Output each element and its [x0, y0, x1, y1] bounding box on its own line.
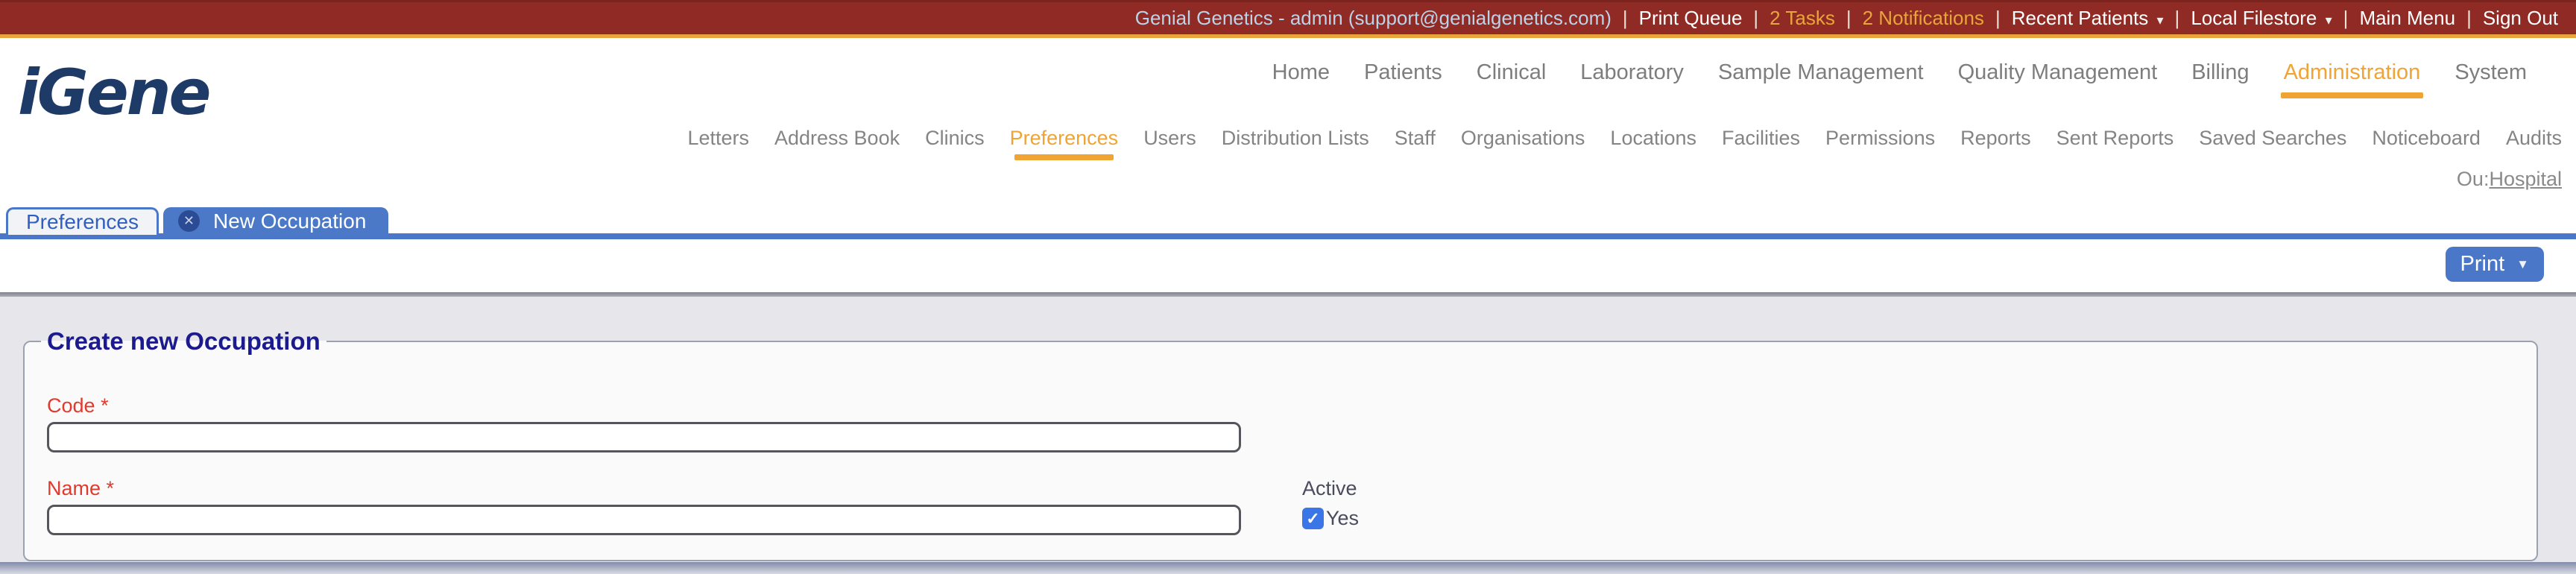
local-filestore-label: Local Filestore [2191, 7, 2317, 29]
close-icon[interactable]: ✕ [177, 210, 200, 232]
chevron-down-icon: ▾ [2156, 13, 2164, 28]
main-nav-item-administration[interactable]: Administration [2280, 60, 2424, 98]
sub-nav-item-permissions[interactable]: Permissions [1825, 127, 1935, 150]
chevron-down-icon: ▾ [2325, 13, 2332, 28]
chevron-down-icon: ▼ [2516, 256, 2529, 271]
separator: | [2343, 7, 2349, 29]
sub-nav-item-reports[interactable]: Reports [1960, 127, 2031, 150]
sub-nav-item-staff[interactable]: Staff [1395, 127, 1436, 150]
top-utility-bar: Genial Genetics - admin (support@genialg… [0, 0, 2576, 38]
active-yes-label: Yes [1326, 507, 1360, 529]
sub-nav-item-noticeboard[interactable]: Noticeboard [2372, 127, 2481, 150]
fieldset-legend: Create new Occupation [47, 327, 321, 355]
org-unit-line: Ou:Hospital [2457, 168, 2562, 191]
tab-bar: Preferences ✕ New Occupation [6, 207, 389, 235]
app-root: Genial Genetics - admin (support@genialg… [0, 0, 2576, 574]
sub-nav-item-facilities[interactable]: Facilities [1722, 127, 1800, 150]
separator: | [2466, 7, 2472, 29]
print-button-label: Print [2460, 252, 2505, 276]
name-active-row: Name * Active ✓ Yes [47, 477, 2536, 535]
separator: | [1995, 7, 2001, 29]
tab-label: New Occupation [212, 209, 367, 233]
code-field-label: Code * [47, 394, 2536, 417]
main-nav-item-sample-management[interactable]: Sample Management [1718, 60, 1924, 85]
separator: | [1846, 7, 1852, 29]
main-nav-item-patients[interactable]: Patients [1364, 60, 1442, 85]
main-nav-item-quality-management[interactable]: Quality Management [1958, 60, 2158, 85]
main-nav: Home Patients Clinical Laboratory Sample… [1272, 60, 2527, 98]
main-nav-item-clinical[interactable]: Clinical [1477, 60, 1546, 85]
tab-new-occupation[interactable]: ✕ New Occupation [162, 207, 389, 235]
separator: | [1622, 7, 1628, 29]
main-nav-item-laboratory[interactable]: Laboratory [1580, 60, 1684, 85]
code-input[interactable] [47, 422, 1241, 452]
sign-out-link[interactable]: Sign Out [2483, 7, 2558, 30]
create-occupation-fieldset: Create new Occupation Code * Name * Acti… [23, 327, 2538, 561]
header: iGene Home Patients Clinical Laboratory … [0, 38, 2576, 207]
main-menu-link[interactable]: Main Menu [2359, 7, 2455, 30]
separator: | [2174, 7, 2180, 29]
sub-nav-item-distribution-lists[interactable]: Distribution Lists [1222, 127, 1369, 150]
active-field-group: Active ✓ Yes [1302, 477, 1359, 535]
sub-nav-item-saved-searches[interactable]: Saved Searches [2199, 127, 2346, 150]
content-area: Create new Occupation Code * Name * Acti… [0, 297, 2576, 574]
separator: | [1753, 7, 1759, 29]
local-filestore-dropdown[interactable]: Local Filestore ▾ [2191, 7, 2332, 30]
name-input[interactable] [47, 505, 1241, 535]
main-nav-item-system[interactable]: System [2455, 60, 2527, 85]
logged-in-user-info: Genial Genetics - admin (support@genialg… [1134, 7, 1611, 29]
recent-patients-label: Recent Patients [2011, 7, 2149, 29]
sub-nav-item-organisations[interactable]: Organisations [1461, 127, 1585, 150]
main-nav-item-billing[interactable]: Billing [2191, 60, 2249, 85]
active-yes-checkbox[interactable]: ✓ [1302, 508, 1324, 529]
required-marker: * [106, 477, 115, 499]
org-unit-prefix: Ou: [2456, 168, 2490, 190]
sub-nav: Letters Address Book Clinics Preferences… [687, 127, 2562, 160]
igene-logo: iGene [18, 56, 211, 129]
bottom-shadow-band [0, 562, 2576, 574]
sub-nav-item-preferences[interactable]: Preferences [1010, 127, 1118, 160]
sub-nav-item-clinics[interactable]: Clinics [925, 127, 985, 150]
print-button[interactable]: Print ▼ [2445, 247, 2544, 282]
code-label-text: Code [47, 394, 95, 417]
name-field-label: Name * [47, 477, 1241, 500]
name-label-text: Name [47, 477, 101, 499]
sub-nav-item-sent-reports[interactable]: Sent Reports [2056, 127, 2174, 150]
main-nav-item-home[interactable]: Home [1272, 60, 1330, 85]
sub-nav-item-users[interactable]: Users [1143, 127, 1196, 150]
tab-label: Preferences [26, 210, 139, 233]
tasks-link[interactable]: 2 Tasks [1770, 7, 1835, 30]
required-marker: * [101, 394, 109, 417]
sub-nav-item-audits[interactable]: Audits [2506, 127, 2562, 150]
tab-preferences[interactable]: Preferences [6, 207, 159, 235]
form-body: Code * Name * Active ✓ Yes [25, 356, 2536, 535]
sub-nav-item-locations[interactable]: Locations [1610, 127, 1696, 150]
sub-nav-item-address-book[interactable]: Address Book [774, 127, 900, 150]
active-checkbox-row: ✓ Yes [1302, 507, 1359, 530]
sub-nav-item-letters[interactable]: Letters [687, 127, 749, 150]
name-field-group: Name * [47, 477, 1241, 535]
active-field-label: Active [1302, 477, 1357, 499]
recent-patients-dropdown[interactable]: Recent Patients ▾ [2012, 7, 2164, 30]
org-unit-link[interactable]: Hospital [2489, 168, 2562, 190]
notifications-link[interactable]: 2 Notifications [1863, 7, 1984, 30]
print-queue-link[interactable]: Print Queue [1639, 7, 1743, 30]
